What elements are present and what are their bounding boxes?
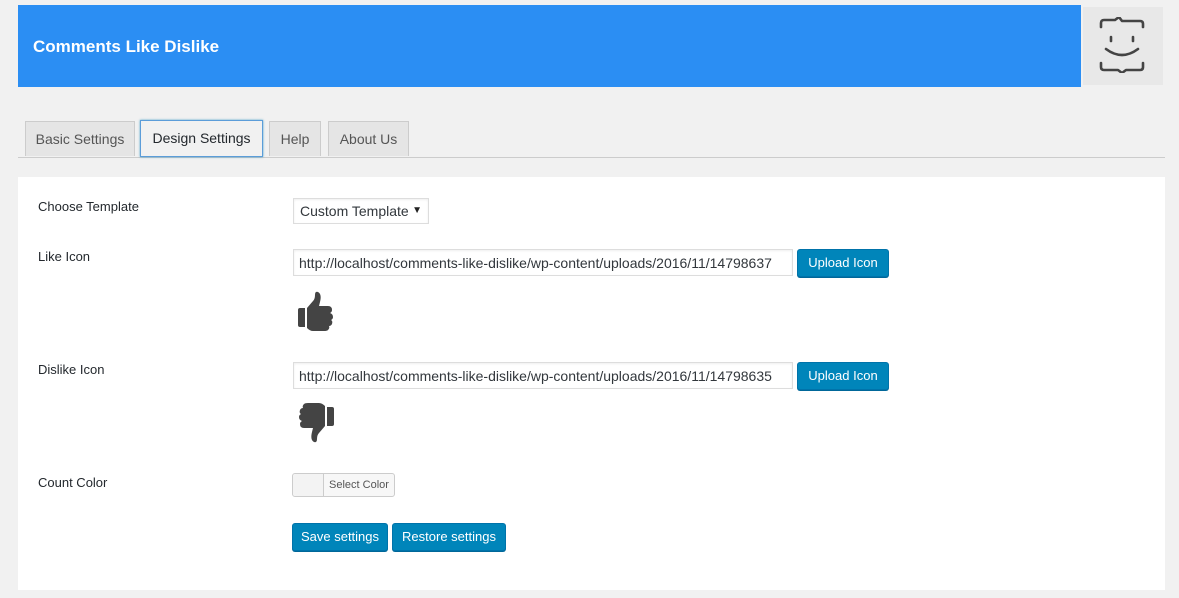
tab-design-settings[interactable]: Design Settings <box>140 120 263 157</box>
tab-about-us[interactable]: About Us <box>328 121 409 156</box>
color-swatch[interactable] <box>293 474 324 496</box>
thumbs-down-icon <box>299 403 334 443</box>
design-settings-panel: Choose Template Custom Template ▼ Like I… <box>18 177 1165 590</box>
restore-settings-button[interactable]: Restore settings <box>392 523 506 551</box>
upload-like-icon-button[interactable]: Upload Icon <box>797 249 889 277</box>
count-color-picker[interactable]: Select Color <box>292 473 395 497</box>
template-select[interactable]: Custom Template ▼ <box>293 198 429 224</box>
upload-dislike-icon-button[interactable]: Upload Icon <box>797 362 889 390</box>
count-color-label: Count Color <box>38 475 108 490</box>
plugin-logo <box>1083 7 1163 85</box>
chevron-down-icon: ▼ <box>412 205 422 216</box>
smiley-face-icon <box>1099 17 1145 73</box>
tab-basic-settings[interactable]: Basic Settings <box>25 121 135 156</box>
plugin-header: Comments Like Dislike <box>18 5 1081 87</box>
plugin-title: Comments Like Dislike <box>33 37 220 56</box>
settings-tabs: Basic Settings Design Settings Help Abou… <box>18 120 1165 158</box>
save-settings-button[interactable]: Save settings <box>292 523 388 551</box>
thumbs-up-icon <box>298 291 333 331</box>
select-color-label: Select Color <box>329 479 389 491</box>
like-icon-url-input[interactable] <box>293 249 793 276</box>
choose-template-label: Choose Template <box>38 199 139 214</box>
dislike-icon-label: Dislike Icon <box>38 362 105 377</box>
dislike-icon-url-input[interactable] <box>293 362 793 389</box>
tab-help[interactable]: Help <box>269 121 321 156</box>
like-icon-label: Like Icon <box>38 249 91 264</box>
template-select-value: Custom Template <box>300 203 409 219</box>
